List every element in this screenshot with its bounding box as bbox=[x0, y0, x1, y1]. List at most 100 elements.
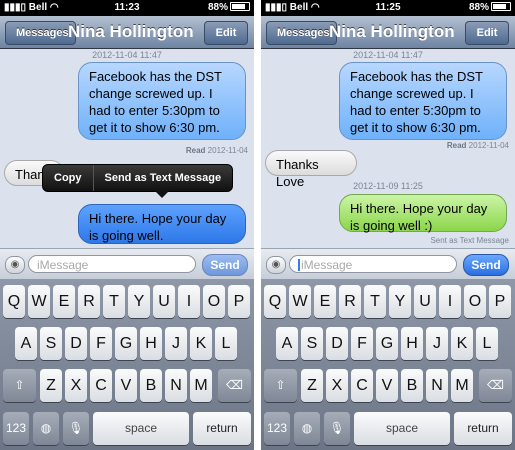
key-d[interactable]: D bbox=[326, 327, 348, 360]
key-b[interactable]: B bbox=[140, 369, 162, 402]
key-e[interactable]: E bbox=[53, 285, 75, 318]
key-i[interactable]: I bbox=[439, 285, 461, 318]
key-l[interactable]: L bbox=[476, 327, 498, 360]
shift-arrow-icon[interactable]: ⇧ bbox=[264, 369, 297, 402]
key-c[interactable]: C bbox=[90, 369, 112, 402]
key-x[interactable]: X bbox=[326, 369, 348, 402]
read-receipt: Read 2012-11-04 bbox=[185, 146, 248, 155]
conversation-title: Nina Hollington bbox=[68, 22, 194, 41]
globe-icon[interactable]: ◍ bbox=[33, 412, 59, 445]
read-receipt: Read 2012-11-04 bbox=[446, 141, 509, 150]
camera-icon[interactable]: ◉ bbox=[5, 256, 25, 274]
key-j[interactable]: J bbox=[426, 327, 448, 360]
battery-icon bbox=[230, 2, 250, 11]
key-b[interactable]: B bbox=[401, 369, 423, 402]
message-bubble-sent[interactable]: Facebook has the DST change screwed up. … bbox=[78, 62, 246, 140]
message-bubble-sent[interactable]: Facebook has the DST change screwed up. … bbox=[339, 62, 507, 140]
key-d[interactable]: D bbox=[65, 327, 87, 360]
key-w[interactable]: W bbox=[289, 285, 311, 318]
numbers-key[interactable]: 123 bbox=[264, 412, 290, 445]
key-z[interactable]: Z bbox=[301, 369, 323, 402]
nav-bar: Messages Nina Hollington Edit bbox=[261, 16, 515, 49]
key-u[interactable]: U bbox=[414, 285, 436, 318]
return-key[interactable]: return bbox=[193, 412, 251, 445]
key-m[interactable]: M bbox=[190, 369, 212, 402]
key-j[interactable]: J bbox=[165, 327, 187, 360]
timestamp: 2012-11-09 11:25 bbox=[353, 181, 423, 191]
battery-icon bbox=[491, 2, 511, 11]
send-button[interactable]: Send bbox=[463, 254, 509, 276]
back-button[interactable]: Messages bbox=[5, 21, 76, 45]
key-o[interactable]: O bbox=[464, 285, 486, 318]
key-c[interactable]: C bbox=[351, 369, 373, 402]
key-x[interactable]: X bbox=[65, 369, 87, 402]
key-k[interactable]: K bbox=[190, 327, 212, 360]
key-f[interactable]: F bbox=[90, 327, 112, 360]
key-t[interactable]: T bbox=[103, 285, 125, 318]
key-p[interactable]: P bbox=[228, 285, 250, 318]
numbers-key[interactable]: 123 bbox=[3, 412, 29, 445]
key-p[interactable]: P bbox=[489, 285, 511, 318]
send-button[interactable]: Send bbox=[202, 254, 248, 276]
battery-indicator: 88% bbox=[208, 2, 250, 13]
key-a[interactable]: A bbox=[15, 327, 37, 360]
keyboard: Q W E R T Y U I O P A S D F G H J K L ⇧ Z X C V B N M ⌫ 123 ◍ 🎙 space re… bbox=[261, 279, 515, 450]
message-bubble-received[interactable]: Thanks Love bbox=[265, 150, 357, 189]
edit-button[interactable]: Edit bbox=[465, 21, 509, 45]
key-i[interactable]: I bbox=[178, 285, 200, 318]
key-m[interactable]: M bbox=[451, 369, 473, 402]
status-bar: ▮▮▮▯ Bell ◠ 11:23 88% bbox=[0, 0, 254, 16]
space-key[interactable]: space bbox=[93, 412, 189, 445]
send-as-text-menu-item[interactable]: Send as Text Message bbox=[94, 165, 233, 191]
key-t[interactable]: T bbox=[364, 285, 386, 318]
key-v[interactable]: V bbox=[376, 369, 398, 402]
key-u[interactable]: U bbox=[153, 285, 175, 318]
key-f[interactable]: F bbox=[351, 327, 373, 360]
camera-icon[interactable]: ◉ bbox=[266, 256, 286, 274]
context-menu: Copy Send as Text Message bbox=[42, 164, 234, 198]
key-v[interactable]: V bbox=[115, 369, 137, 402]
key-s[interactable]: S bbox=[301, 327, 323, 360]
return-key[interactable]: return bbox=[454, 412, 512, 445]
key-k[interactable]: K bbox=[451, 327, 473, 360]
key-o[interactable]: O bbox=[203, 285, 225, 318]
message-input[interactable]: iMessage bbox=[289, 255, 457, 273]
message-bubble-text[interactable]: Hi there. Hope your day is going well :) bbox=[339, 194, 507, 233]
right-screen: ▮▮▮▯ Bell ◠ 11:25 88% Messages Nina Holl… bbox=[261, 0, 515, 450]
key-w[interactable]: W bbox=[28, 285, 50, 318]
key-n[interactable]: N bbox=[165, 369, 187, 402]
message-input[interactable]: iMessage bbox=[28, 255, 196, 273]
edit-button[interactable]: Edit bbox=[204, 21, 248, 45]
key-e[interactable]: E bbox=[314, 285, 336, 318]
key-h[interactable]: H bbox=[401, 327, 423, 360]
key-g[interactable]: G bbox=[115, 327, 137, 360]
backspace-icon[interactable]: ⌫ bbox=[218, 369, 251, 402]
key-y[interactable]: Y bbox=[389, 285, 411, 318]
key-r[interactable]: R bbox=[78, 285, 100, 318]
key-z[interactable]: Z bbox=[40, 369, 62, 402]
key-n[interactable]: N bbox=[426, 369, 448, 402]
key-h[interactable]: H bbox=[140, 327, 162, 360]
globe-icon[interactable]: ◍ bbox=[294, 412, 320, 445]
microphone-icon[interactable]: 🎙 bbox=[324, 412, 350, 445]
microphone-icon[interactable]: 🎙 bbox=[63, 412, 89, 445]
key-r[interactable]: R bbox=[339, 285, 361, 318]
space-key[interactable]: space bbox=[354, 412, 450, 445]
key-s[interactable]: S bbox=[40, 327, 62, 360]
delivery-status: Sent as Text Message bbox=[430, 236, 509, 245]
back-button[interactable]: Messages bbox=[266, 21, 337, 45]
shift-arrow-icon[interactable]: ⇧ bbox=[3, 369, 36, 402]
status-bar: ▮▮▮▯ Bell ◠ 11:25 88% bbox=[261, 0, 515, 16]
key-q[interactable]: Q bbox=[3, 285, 25, 318]
key-a[interactable]: A bbox=[276, 327, 298, 360]
timestamp: 2012-11-04 11:47 bbox=[353, 50, 423, 60]
key-l[interactable]: L bbox=[215, 327, 237, 360]
message-bubble-selected[interactable]: Hi there. Hope your day is going well. bbox=[78, 204, 246, 244]
timestamp: 2012-11-04 11:47 bbox=[92, 50, 162, 60]
left-screen: ▮▮▮▯ Bell ◠ 11:23 88% Messages Nina Holl… bbox=[0, 0, 254, 450]
key-y[interactable]: Y bbox=[128, 285, 150, 318]
copy-menu-item[interactable]: Copy bbox=[43, 165, 93, 191]
key-g[interactable]: G bbox=[376, 327, 398, 360]
backspace-icon[interactable]: ⌫ bbox=[479, 369, 512, 402]
key-q[interactable]: Q bbox=[264, 285, 286, 318]
